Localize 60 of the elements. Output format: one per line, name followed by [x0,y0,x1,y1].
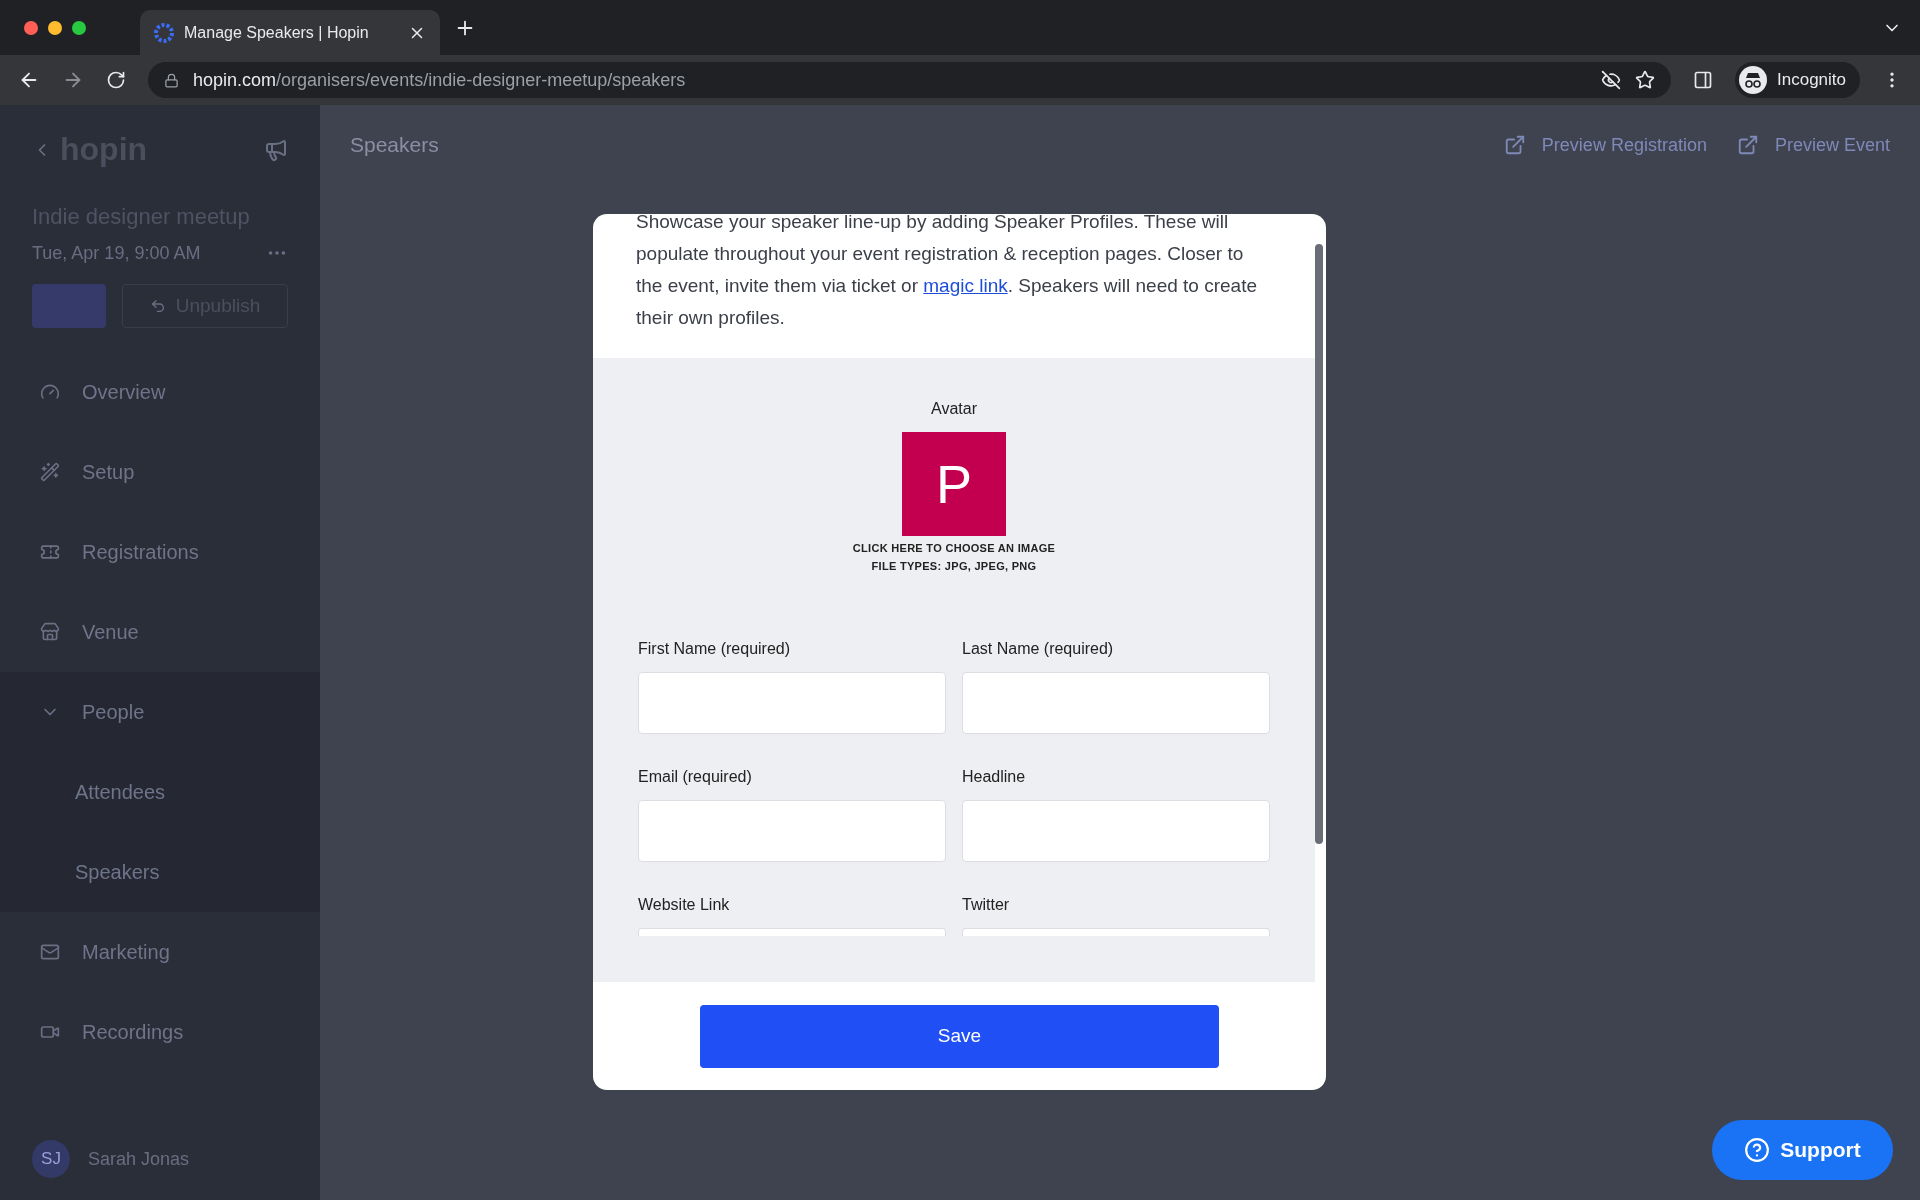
flower-logo-icon [154,22,174,43]
text-input[interactable] [638,800,946,862]
profile-button[interactable]: Incognito [1735,62,1860,98]
user-name: Sarah Jonas [88,1148,190,1170]
incognito-icon [1739,66,1767,94]
field-label: Last Name (required) [962,640,1115,658]
avatar-image[interactable]: P [902,432,1006,536]
address-bar[interactable]: hopin.com/organisers/events/indie-designer-meetup/speakers [148,62,1671,98]
nav-item[interactable]: Setup [0,432,320,512]
star-icon[interactable] [1635,70,1655,90]
nav-item[interactable]: Overview [0,352,320,432]
text-input[interactable] [962,672,1270,734]
text-input[interactable] [638,672,946,734]
avatar-label: Avatar [931,400,977,418]
field-label: Headline [962,768,1027,786]
side-panel-icon[interactable] [1693,70,1713,90]
undo-icon [149,298,166,314]
minimize-window-icon[interactable] [48,20,62,35]
tab-title: Manage Speakers | Hopin [184,23,370,42]
field-label: Email (required) [638,768,753,786]
nav-item[interactable]: Speakers [0,832,320,912]
field-label: Website Link [638,896,731,914]
preview-link[interactable]: Preview Event [1736,134,1890,156]
save-button[interactable]: Save [700,1004,1219,1068]
envelope-icon [40,942,60,962]
nav-item[interactable]: Recordings [0,992,320,1072]
scrollbar-thumb[interactable] [1315,244,1323,844]
event-date: Tue, Apr 19, 9:00 AM [32,242,201,264]
gauge-icon [40,382,60,402]
text-input[interactable] [962,800,1270,862]
lock-icon [164,72,179,88]
maximize-window-icon[interactable] [72,20,86,35]
field-label: Twitter [962,896,1011,914]
nav-item[interactable]: Marketing [0,912,320,992]
page-title: Speakers [350,133,440,157]
upload-hint[interactable]: CLICK HERE TO CHOOSE AN IMAGE [852,542,1056,554]
store-icon [40,622,60,642]
close-window-icon[interactable] [24,20,38,35]
reload-icon[interactable] [106,70,126,90]
external-link-icon [1503,134,1526,156]
megaphone-icon[interactable] [264,137,288,162]
nav-item[interactable]: Venue [0,592,320,672]
text-input[interactable] [962,928,1270,936]
file-types-text: FILE TYPES: JPG, JPEG, PNG [871,560,1037,572]
field-label: First Name (required) [638,640,792,658]
support-button[interactable]: Support [1712,1120,1893,1180]
external-link-icon [1736,134,1759,156]
help-icon [1744,1137,1771,1163]
magic-link[interactable]: magic link [923,275,1008,296]
nav-item[interactable]: Attendees [0,752,320,832]
eye-off-icon[interactable] [1601,70,1621,90]
preview-link[interactable]: Preview Registration [1503,134,1707,156]
browser-tab[interactable]: Manage Speakers | Hopin [140,10,440,55]
intro-text: Showcase your speaker line-up by adding Speaker Profiles. These will populate throughout your event registration & reception pages. Closer to the event, invite them via ticket or magic link. Speakers will need to create their own profiles. [635,214,1258,330]
ticket-icon [40,542,60,562]
nav-item[interactable]: Registrations [0,512,320,592]
text-input[interactable] [638,928,946,936]
user-avatar[interactable]: SJ [32,1140,70,1178]
url-text: hopin.com/organisers/events/indie-designer-meetup/speakers [193,69,687,91]
wand-icon [40,462,60,482]
